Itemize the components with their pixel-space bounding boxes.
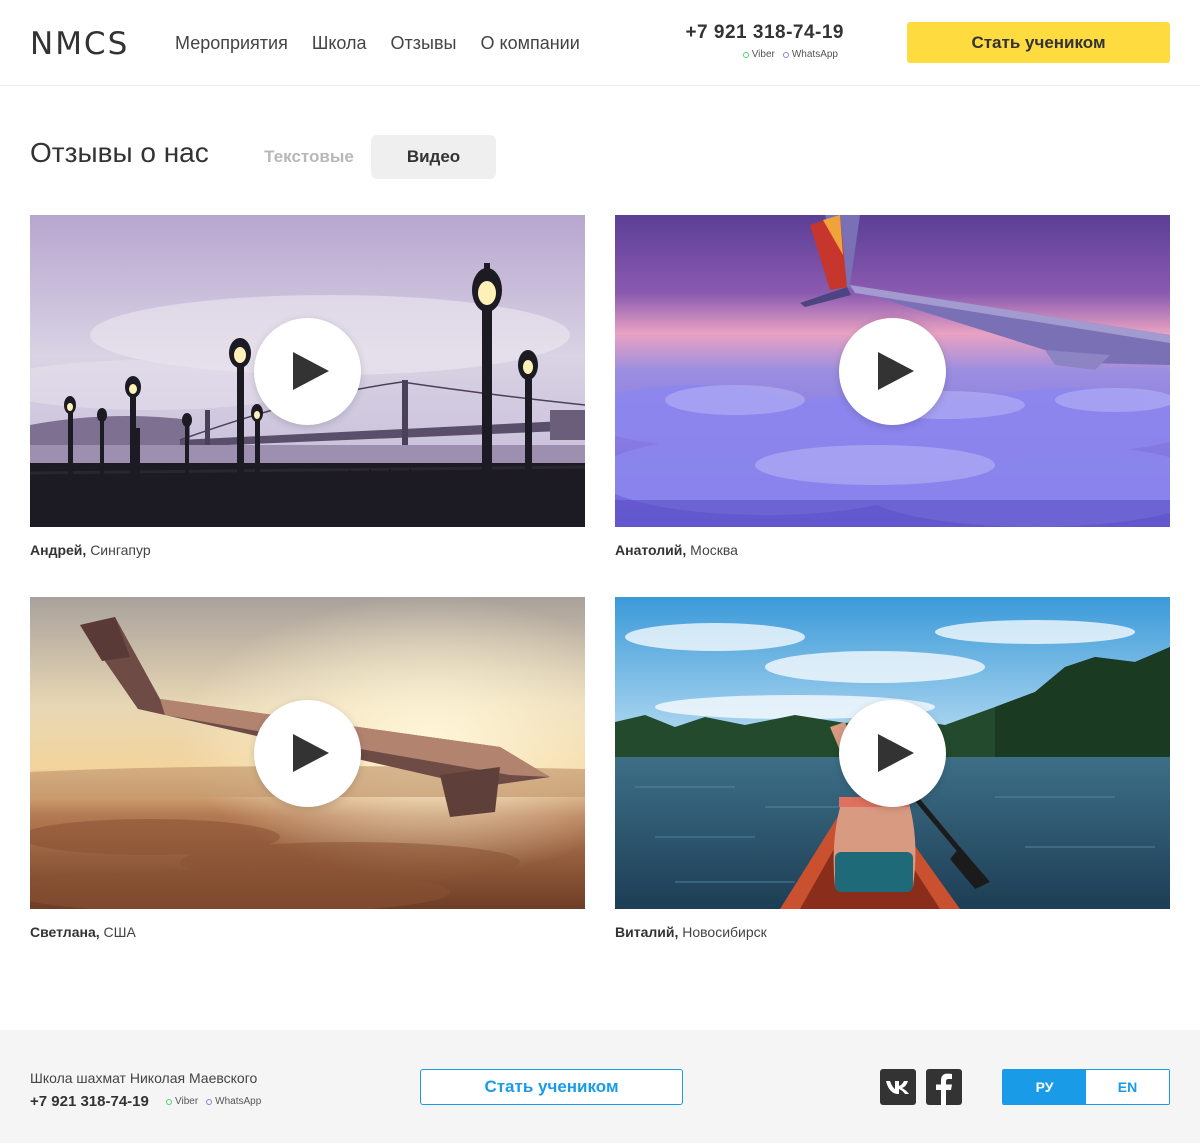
- nav-item-reviews[interactable]: Отзывы: [391, 33, 457, 54]
- viber-dot-icon: [166, 1098, 172, 1105]
- video-thumbnail-bridge[interactable]: [30, 215, 585, 527]
- video-caption: Виталий, Новосибирск: [615, 924, 1170, 940]
- header-phone[interactable]: +7 921 318-74-19: [674, 22, 844, 44]
- viber-dot-icon: [742, 51, 749, 58]
- header-contacts: +7 921 318-74-19 Viber WhatsApp: [674, 22, 844, 60]
- tab-video-reviews[interactable]: Видео: [371, 135, 496, 179]
- site-header: NMCS Мероприятия Школа Отзывы О компании…: [0, 0, 1200, 86]
- reviewer-city: Москва: [690, 542, 738, 558]
- reviewer-city: Новосибирск: [682, 924, 767, 940]
- play-icon: [878, 734, 914, 772]
- play-icon: [293, 352, 329, 390]
- page-title: Отзывы о нас: [30, 137, 209, 168]
- play-button[interactable]: [254, 700, 361, 807]
- video-card: Андрей, Сингапур: [30, 215, 585, 558]
- facebook-icon[interactable]: [926, 1069, 962, 1105]
- footer-school-name: Школа шахмат Николая Маевского: [30, 1070, 258, 1086]
- video-thumbnail-wing-clouds[interactable]: [615, 215, 1170, 527]
- reviewer-city: США: [103, 924, 136, 940]
- become-student-button[interactable]: Стать учеником: [907, 22, 1170, 63]
- footer-become-student-button[interactable]: Стать учеником: [420, 1069, 683, 1105]
- language-switcher: РУ EN: [1002, 1069, 1170, 1105]
- lang-en-button[interactable]: EN: [1086, 1070, 1169, 1104]
- play-button[interactable]: [254, 318, 361, 425]
- reviewer-name: Андрей,: [30, 542, 87, 558]
- whatsapp-dot-icon: [206, 1098, 213, 1105]
- video-card: Виталий, Новосибирск: [615, 597, 1170, 940]
- nav-item-about[interactable]: О компании: [480, 33, 579, 54]
- whatsapp-dot-icon: [782, 51, 789, 58]
- main-nav: Мероприятия Школа Отзывы О компании: [175, 33, 580, 54]
- viber-label: Viber: [751, 49, 775, 60]
- tab-text-reviews[interactable]: Текстовые: [250, 135, 368, 179]
- footer-phone[interactable]: +7 921 318-74-19: [30, 1093, 149, 1110]
- viber-link[interactable]: Viber: [742, 49, 775, 60]
- video-card: Светлана, США: [30, 597, 585, 940]
- footer-whatsapp-link[interactable]: WhatsApp: [206, 1096, 261, 1107]
- whatsapp-link[interactable]: WhatsApp: [782, 49, 838, 60]
- site-footer: Школа шахмат Николая Маевского +7 921 31…: [0, 1030, 1200, 1143]
- video-card: Анатолий, Москва: [615, 215, 1170, 558]
- reviewer-city: Сингапур: [90, 542, 151, 558]
- nav-item-school[interactable]: Школа: [312, 33, 367, 54]
- footer-whatsapp-label: WhatsApp: [215, 1096, 262, 1107]
- whatsapp-label: WhatsApp: [791, 49, 838, 60]
- video-caption: Анатолий, Москва: [615, 542, 1170, 558]
- nav-item-events[interactable]: Мероприятия: [175, 33, 288, 54]
- logo[interactable]: NMCS: [30, 26, 129, 62]
- reviewer-name: Анатолий,: [615, 542, 687, 558]
- video-thumbnail-wing-sunset[interactable]: [30, 597, 585, 909]
- play-icon: [878, 352, 914, 390]
- footer-viber-link[interactable]: Viber: [166, 1096, 198, 1107]
- reviewer-name: Виталий,: [615, 924, 679, 940]
- header-messengers: Viber WhatsApp: [674, 49, 844, 60]
- footer-viber-label: Viber: [175, 1096, 199, 1107]
- play-button[interactable]: [839, 700, 946, 807]
- reviewer-name: Светлана,: [30, 924, 100, 940]
- footer-messengers: Viber WhatsApp: [166, 1096, 261, 1107]
- play-icon: [293, 734, 329, 772]
- play-button[interactable]: [839, 318, 946, 425]
- vk-icon[interactable]: [880, 1069, 916, 1105]
- video-caption: Андрей, Сингапур: [30, 542, 585, 558]
- lang-ru-button[interactable]: РУ: [1003, 1070, 1086, 1104]
- video-thumbnail-canoe[interactable]: [615, 597, 1170, 909]
- video-caption: Светлана, США: [30, 924, 585, 940]
